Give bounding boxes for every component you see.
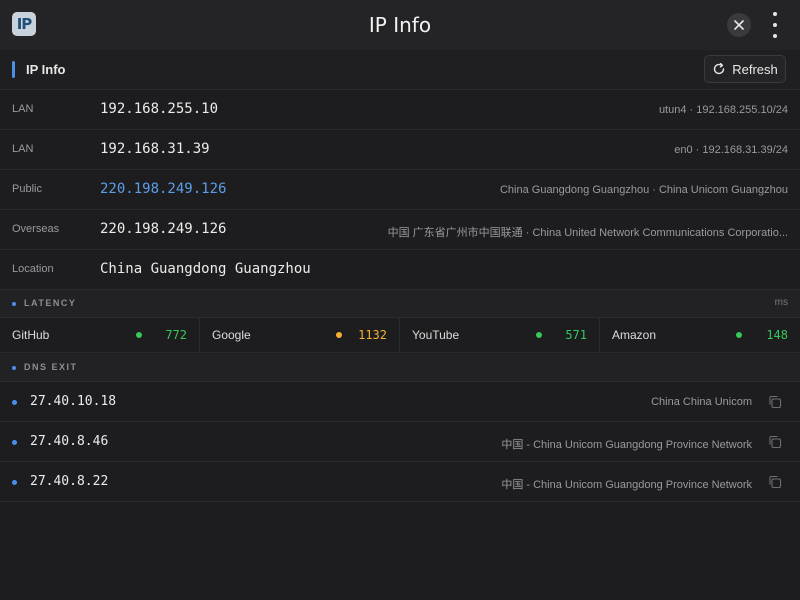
group-dot-icon bbox=[12, 302, 16, 306]
row-label: Public bbox=[12, 183, 42, 195]
close-button[interactable] bbox=[727, 13, 751, 37]
dns-info: 中国 - China Unicom Guangdong Province Net… bbox=[501, 439, 752, 451]
status-dot-icon bbox=[336, 332, 342, 338]
app-icon-text: IP bbox=[16, 15, 33, 33]
dns-ip[interactable]: 27.40.10.18 bbox=[30, 394, 116, 409]
refresh-label: Refresh bbox=[732, 61, 778, 77]
section-accent-bar bbox=[12, 61, 15, 78]
group-dot-icon bbox=[12, 366, 16, 370]
row-detail: en0 · 192.168.31.39/24 bbox=[674, 144, 788, 156]
latency-name: GitHub bbox=[12, 328, 50, 342]
more-dot bbox=[773, 34, 777, 38]
status-dot-icon bbox=[136, 332, 142, 338]
latency-name: YouTube bbox=[412, 328, 460, 342]
dns-info: 中国 - China Unicom Guangdong Province Net… bbox=[501, 479, 752, 491]
info-row-lan-2: LAN 192.168.31.39 en0 · 192.168.31.39/24 bbox=[0, 130, 800, 170]
title-bar: IP IP Info bbox=[0, 0, 800, 51]
latency-title: LATENCY bbox=[24, 298, 77, 308]
more-options-button[interactable] bbox=[766, 12, 784, 38]
latency-cell-github[interactable]: GitHub 772 bbox=[0, 317, 200, 352]
dns-ip[interactable]: 27.40.8.22 bbox=[30, 474, 108, 489]
copy-icon[interactable] bbox=[768, 475, 782, 489]
latency-row: GitHub 772 Google 1132 YouTube 571 Amazo… bbox=[0, 317, 800, 353]
app-icon: IP bbox=[12, 12, 36, 36]
latency-cell-amazon[interactable]: Amazon 148 bbox=[600, 317, 800, 352]
latency-header: LATENCY ms bbox=[0, 290, 800, 318]
close-icon bbox=[734, 20, 744, 30]
copy-icon[interactable] bbox=[768, 395, 782, 409]
dns-exit-title: DNS EXIT bbox=[24, 362, 78, 372]
latency-name: Amazon bbox=[612, 328, 657, 342]
bullet-dot-icon bbox=[12, 400, 17, 405]
refresh-button[interactable]: Refresh bbox=[704, 55, 786, 83]
row-label: Overseas bbox=[12, 223, 60, 235]
row-detail: 中国 广东省广州市中国联通 · China United Network Com… bbox=[387, 227, 788, 239]
info-row-overseas: Overseas 220.198.249.126 中国 广东省广州市中国联通 ·… bbox=[0, 210, 800, 250]
dns-ip[interactable]: 27.40.8.46 bbox=[30, 434, 108, 449]
ip-info-window: IP IP Info IP Info Refresh LAN 192.168.2… bbox=[0, 0, 800, 600]
more-dot bbox=[773, 23, 777, 27]
row-value[interactable]: 192.168.255.10 bbox=[100, 101, 218, 117]
latency-unit: ms bbox=[774, 297, 788, 308]
section-header: IP Info bbox=[0, 50, 800, 90]
latency-value: 571 bbox=[565, 328, 587, 342]
window-title: IP Info bbox=[368, 13, 432, 37]
row-value[interactable]: 220.198.249.126 bbox=[100, 221, 226, 237]
row-label: LAN bbox=[12, 103, 34, 115]
public-ip-link[interactable]: 220.198.249.126 bbox=[100, 181, 226, 197]
dns-exit-header: DNS EXIT bbox=[0, 354, 800, 382]
row-value[interactable]: 192.168.31.39 bbox=[100, 141, 210, 157]
dns-row: 27.40.8.46 中国 - China Unicom Guangdong P… bbox=[0, 422, 800, 462]
more-dots-icon bbox=[773, 12, 777, 16]
dns-info: China China Unicom bbox=[651, 396, 752, 408]
row-value[interactable]: China Guangdong Guangzhou bbox=[100, 261, 311, 277]
section-title: IP Info bbox=[26, 62, 66, 77]
status-dot-icon bbox=[536, 332, 542, 338]
info-row-lan-1: LAN 192.168.255.10 utun4 · 192.168.255.1… bbox=[0, 90, 800, 130]
bullet-dot-icon bbox=[12, 440, 17, 445]
latency-name: Google bbox=[212, 328, 251, 342]
latency-cell-youtube[interactable]: YouTube 571 bbox=[400, 317, 600, 352]
refresh-icon bbox=[714, 62, 725, 75]
row-detail: utun4 · 192.168.255.10/24 bbox=[658, 104, 788, 116]
info-row-public: Public 220.198.249.126 China Guangdong G… bbox=[0, 170, 800, 210]
info-row-location: Location China Guangdong Guangzhou bbox=[0, 250, 800, 290]
latency-value: 1132 bbox=[358, 328, 387, 342]
dns-row: 27.40.10.18 China China Unicom bbox=[0, 382, 800, 422]
row-detail: China Guangdong Guangzhou · China Unicom… bbox=[499, 184, 788, 196]
row-label: LAN bbox=[12, 143, 34, 155]
bullet-dot-icon bbox=[12, 480, 17, 485]
dns-row: 27.40.8.22 中国 - China Unicom Guangdong P… bbox=[0, 462, 800, 502]
latency-value: 772 bbox=[165, 328, 187, 342]
copy-icon[interactable] bbox=[768, 435, 782, 449]
status-dot-icon bbox=[736, 332, 742, 338]
latency-cell-google[interactable]: Google 1132 bbox=[200, 317, 400, 352]
row-label: Location bbox=[12, 263, 54, 275]
latency-value: 148 bbox=[766, 328, 788, 342]
